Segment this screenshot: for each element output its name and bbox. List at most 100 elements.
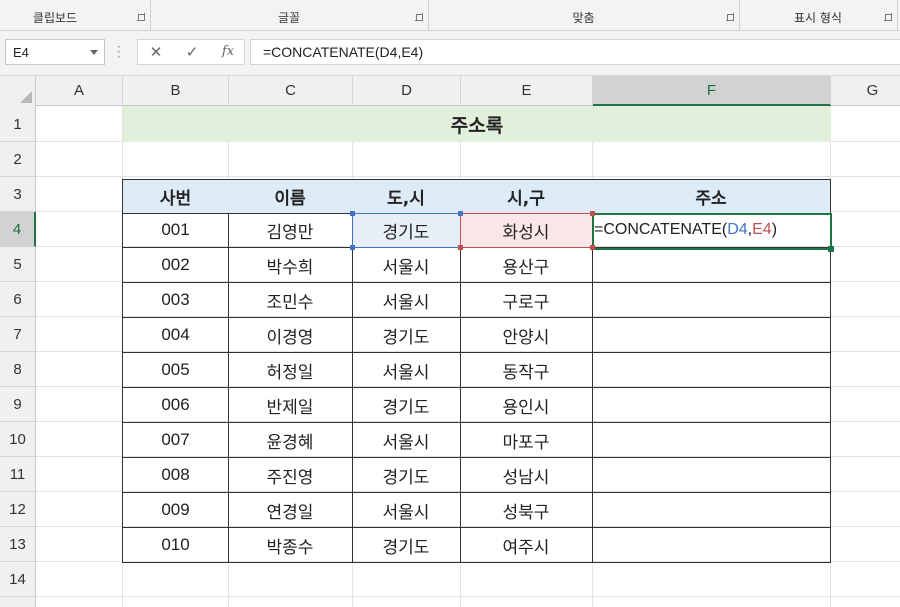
range-handle[interactable] <box>350 211 355 216</box>
table-cell[interactable] <box>592 458 831 493</box>
dialog-launcher-icon[interactable] <box>137 13 146 22</box>
table-cell[interactable]: 성남시 <box>460 458 593 493</box>
row-header-8[interactable]: 8 <box>0 352 36 387</box>
table-cell[interactable]: 조민수 <box>228 283 353 318</box>
more-options-icon[interactable]: · · · <box>117 41 121 63</box>
table-cell[interactable]: 용산구 <box>460 248 593 283</box>
ribbon-group-clipboard: 클립보드 <box>0 0 151 30</box>
column-header-c[interactable]: C <box>229 76 353 106</box>
column-header-e[interactable]: E <box>461 76 593 106</box>
row-header-5[interactable]: 5 <box>0 247 36 282</box>
row-header-1[interactable]: 1 <box>0 106 36 142</box>
table-cell[interactable]: 구로구 <box>460 283 593 318</box>
table-cell[interactable]: 안양시 <box>460 318 593 353</box>
insert-function-icon[interactable]: fx <box>216 43 240 61</box>
row-header-10[interactable]: 10 <box>0 422 36 457</box>
table-header-cell[interactable]: 사번 <box>122 179 229 214</box>
row-header-15-partial[interactable] <box>0 597 36 607</box>
table-header-cell[interactable]: 시,구 <box>460 179 593 214</box>
table-cell[interactable]: 005 <box>122 353 229 388</box>
dialog-launcher-icon[interactable] <box>415 13 424 22</box>
table-cell[interactable]: 허정일 <box>228 353 353 388</box>
table-cell[interactable] <box>592 318 831 353</box>
table-cell[interactable]: 006 <box>122 388 229 423</box>
table-cell[interactable]: 반제일 <box>228 388 353 423</box>
table-cell[interactable]: 여주시 <box>460 528 593 563</box>
table-header-cell[interactable]: 이름 <box>228 179 353 214</box>
table-cell[interactable]: 경기도 <box>352 318 461 353</box>
column-header-a[interactable]: A <box>36 76 123 106</box>
table-cell[interactable]: 용인시 <box>460 388 593 423</box>
row-header-7[interactable]: 7 <box>0 317 36 352</box>
table-cell[interactable]: 서울시 <box>352 493 461 528</box>
row-header-3[interactable]: 3 <box>0 177 36 212</box>
table-cell[interactable]: 004 <box>122 318 229 353</box>
column-header-g[interactable]: G <box>831 76 900 106</box>
table-cell[interactable]: 007 <box>122 423 229 458</box>
table-cell[interactable]: 박수희 <box>228 248 353 283</box>
row-header-6[interactable]: 6 <box>0 282 36 317</box>
row-header-13[interactable]: 13 <box>0 527 36 562</box>
table-cell[interactable] <box>592 423 831 458</box>
table-cell[interactable] <box>592 493 831 528</box>
table-cell[interactable]: 이경영 <box>228 318 353 353</box>
column-header-d[interactable]: D <box>353 76 461 106</box>
table-cell[interactable]: 경기도 <box>352 528 461 563</box>
cancel-icon[interactable]: ✕ <box>144 43 168 61</box>
table-cell[interactable]: 서울시 <box>352 248 461 283</box>
name-box[interactable]: E4 <box>5 39 105 65</box>
range-handle[interactable] <box>350 245 355 250</box>
dialog-launcher-icon[interactable] <box>884 13 893 22</box>
table-cell[interactable] <box>592 283 831 318</box>
column-header-f[interactable]: F <box>593 76 831 106</box>
range-handle[interactable] <box>590 211 595 216</box>
row-header-2[interactable]: 2 <box>0 142 36 177</box>
table-cell[interactable]: 010 <box>122 528 229 563</box>
table-cell[interactable]: 윤경혜 <box>228 423 353 458</box>
table-cell[interactable] <box>592 388 831 423</box>
gridline <box>36 176 900 177</box>
table-cell[interactable]: 서울시 <box>352 353 461 388</box>
table-header-cell[interactable]: 도,시 <box>352 179 461 214</box>
table-cell[interactable] <box>592 353 831 388</box>
table-cell[interactable]: 경기도 <box>352 388 461 423</box>
table-cell[interactable]: 009 <box>122 493 229 528</box>
row-header-4[interactable]: 4 <box>0 212 36 247</box>
row-header-12[interactable]: 12 <box>0 492 36 527</box>
table-cell[interactable]: 서울시 <box>352 283 461 318</box>
sheet-title[interactable]: 주소록 <box>123 106 831 142</box>
formula-text: =CONCATENATE(D4,E4) <box>263 44 424 60</box>
fill-handle[interactable] <box>828 246 834 252</box>
check-icon[interactable]: ✓ <box>180 43 204 61</box>
formula-input[interactable]: =CONCATENATE(D4,E4) <box>250 39 900 65</box>
table-cell[interactable]: 경기도 <box>352 213 461 248</box>
table-header-cell[interactable]: 주소 <box>592 179 831 214</box>
table-cell[interactable]: 경기도 <box>352 458 461 493</box>
table-cell[interactable]: 박종수 <box>228 528 353 563</box>
row-header-11[interactable]: 11 <box>0 457 36 492</box>
table-cell[interactable] <box>592 248 831 283</box>
ribbon-group-label: 표시 형식 <box>794 11 842 25</box>
range-handle[interactable] <box>458 211 463 216</box>
dialog-launcher-icon[interactable] <box>726 13 735 22</box>
table-cell[interactable]: 주진영 <box>228 458 353 493</box>
table-cell[interactable] <box>592 528 831 563</box>
table-cell[interactable]: 성북구 <box>460 493 593 528</box>
table-cell[interactable]: 김영만 <box>228 213 353 248</box>
range-handle[interactable] <box>458 245 463 250</box>
table-cell[interactable]: 002 <box>122 248 229 283</box>
table-cell[interactable]: 동작구 <box>460 353 593 388</box>
table-cell[interactable]: 003 <box>122 283 229 318</box>
table-cell[interactable]: 008 <box>122 458 229 493</box>
select-all-button[interactable] <box>0 76 36 106</box>
row-header-14[interactable]: 14 <box>0 562 36 597</box>
table-cell[interactable]: 연경일 <box>228 493 353 528</box>
table-cell[interactable]: 001 <box>122 213 229 248</box>
table-cell[interactable]: 마포구 <box>460 423 593 458</box>
chevron-down-icon[interactable] <box>90 50 98 55</box>
table-cell[interactable]: 화성시 <box>460 213 593 248</box>
row-header-9[interactable]: 9 <box>0 387 36 422</box>
table-cell[interactable]: 서울시 <box>352 423 461 458</box>
range-handle[interactable] <box>590 245 595 250</box>
column-header-b[interactable]: B <box>123 76 229 106</box>
